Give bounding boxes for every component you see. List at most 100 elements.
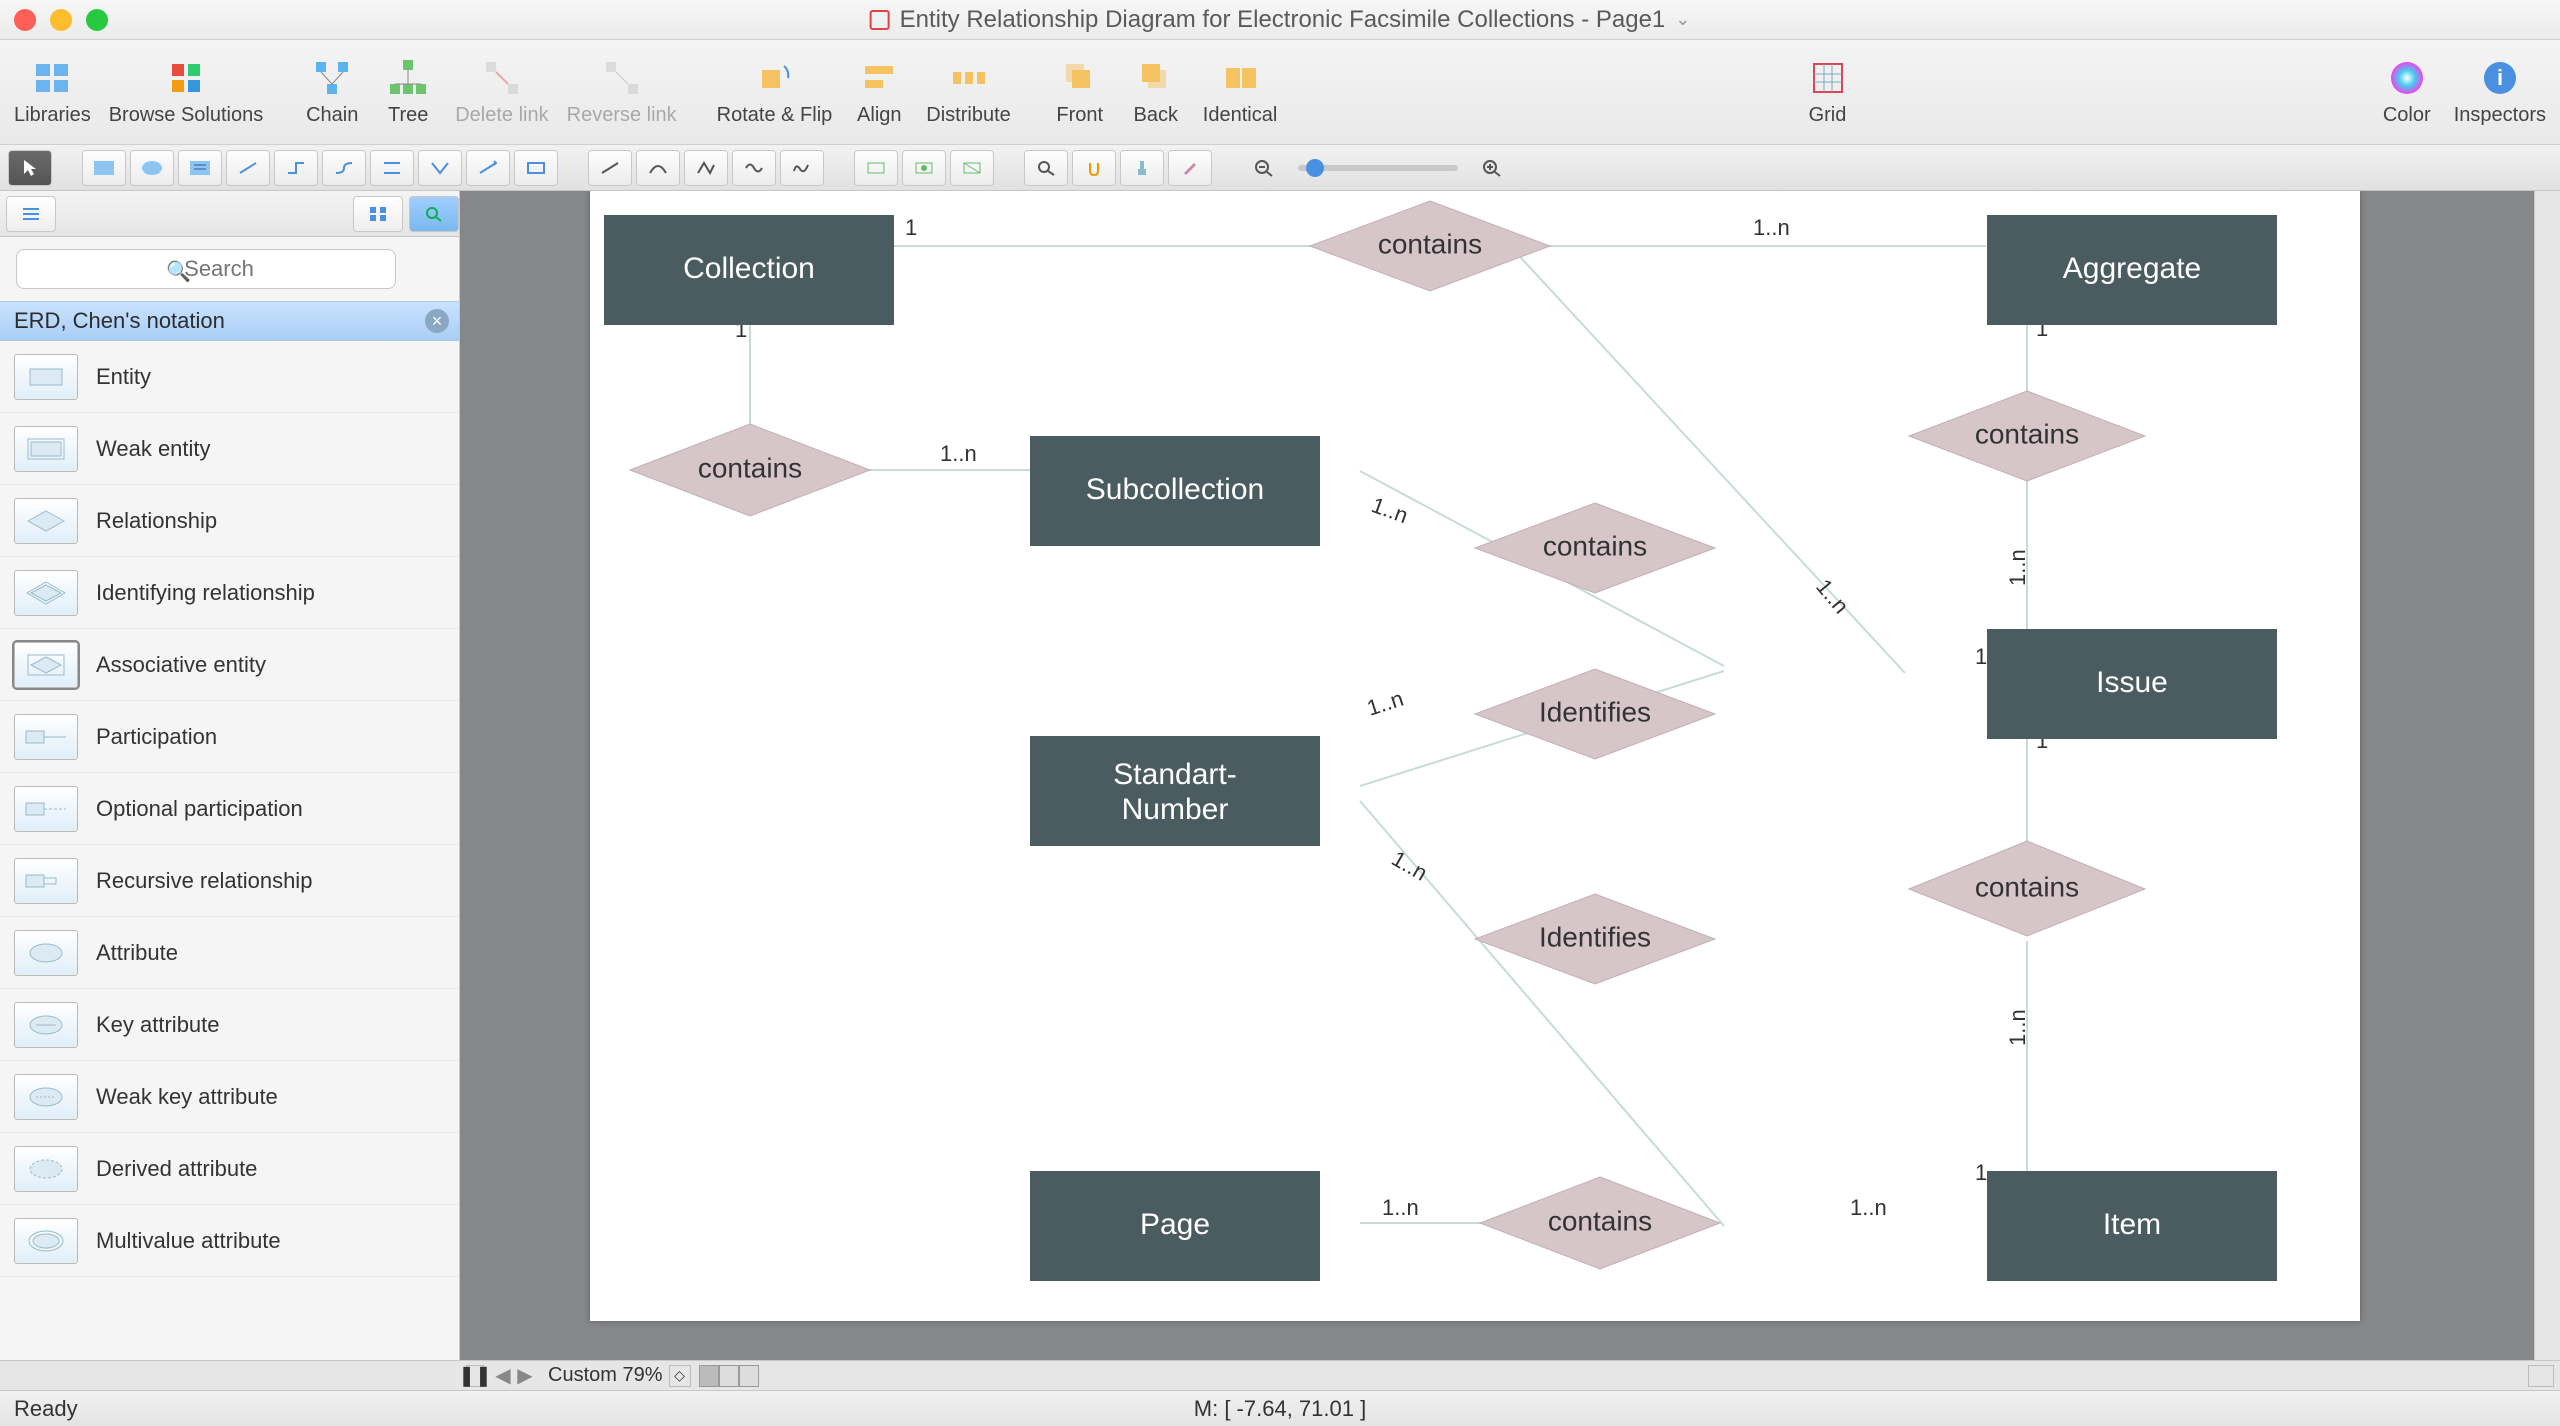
close-window-button[interactable] (14, 9, 36, 31)
chevron-down-icon[interactable]: ⌄ (1675, 9, 1690, 30)
tree-button[interactable]: Tree (379, 58, 437, 127)
tree-icon (388, 58, 428, 98)
svg-text:Number: Number (1122, 793, 1229, 826)
document-icon (870, 10, 890, 30)
inspectors-icon: i (2480, 58, 2520, 98)
edit2-tool[interactable] (902, 150, 946, 186)
svg-text:1..n: 1..n (1364, 686, 1407, 721)
svg-text:Standart-: Standart- (1113, 758, 1236, 791)
search-view-button[interactable] (409, 196, 459, 232)
conn2-tool[interactable] (274, 150, 318, 186)
status-ready: Ready (14, 1396, 78, 1422)
shape-derived-attribute[interactable]: Derived attribute (0, 1133, 459, 1205)
shape-associative-entity[interactable]: Associative entity (0, 629, 459, 701)
shape-relationship[interactable]: Relationship (0, 485, 459, 557)
shape-participation[interactable]: Participation (0, 701, 459, 773)
align-button[interactable]: Align (850, 58, 908, 127)
identical-button[interactable]: Identical (1203, 58, 1278, 127)
pointer-tool[interactable] (8, 150, 52, 186)
shape-recursive-relationship[interactable]: Recursive relationship (0, 845, 459, 917)
chain-button[interactable]: Chain (303, 58, 361, 127)
shape-key-attribute[interactable]: Key attribute (0, 989, 459, 1061)
browse-icon (166, 58, 206, 98)
delete-link-icon (482, 58, 522, 98)
zoom-stepper[interactable]: ◇ (669, 1365, 691, 1387)
svg-text:contains: contains (1543, 530, 1647, 561)
bottom-bar: ❚❚ ◀ ▶ Custom 79% ◇ (0, 1360, 2560, 1390)
zoom-slider[interactable] (1298, 165, 1458, 171)
shape-weak-entity[interactable]: Weak entity (0, 413, 459, 485)
distribute-button[interactable]: Distribute (926, 58, 1010, 127)
conn6-tool[interactable] (466, 150, 510, 186)
corner-widget[interactable] (2528, 1365, 2554, 1387)
vertical-scrollbar[interactable] (2534, 191, 2560, 1360)
main-toolbar: Libraries Browse Solutions Chain Tree De… (0, 40, 2560, 145)
shape-identifying-relationship[interactable]: Identifying relationship (0, 557, 459, 629)
zoom-in-button[interactable] (1470, 150, 1514, 186)
canvas-area[interactable]: 1 1..n 1 1..n 1..n 1..n 1 1 1..n 1 1..n … (460, 191, 2560, 1360)
rotate-flip-button[interactable]: Rotate & Flip (717, 58, 833, 127)
eyedropper-tool[interactable] (1168, 150, 1212, 186)
conn5-tool[interactable] (418, 150, 462, 186)
page-next-button[interactable]: ▶ (514, 1365, 536, 1387)
minimize-window-button[interactable] (50, 9, 72, 31)
window-title: Entity Relationship Diagram for Electron… (870, 6, 1691, 34)
svg-text:1: 1 (905, 215, 917, 240)
zoom-out-button[interactable] (1242, 150, 1286, 186)
view-mode-3[interactable] (739, 1365, 759, 1387)
polyline-tool[interactable] (684, 150, 728, 186)
view-mode-1[interactable] (699, 1365, 719, 1387)
conn7-tool[interactable] (514, 150, 558, 186)
shape-optional-participation[interactable]: Optional participation (0, 773, 459, 845)
grid-view-button[interactable] (353, 196, 403, 232)
text-tool[interactable] (178, 150, 222, 186)
edit1-tool[interactable] (854, 150, 898, 186)
libraries-button[interactable]: Libraries (14, 58, 91, 127)
status-bar: Ready M: [ -7.64, 71.01 ] (0, 1390, 2560, 1426)
grid-icon (1808, 58, 1848, 98)
spline-tool[interactable] (732, 150, 776, 186)
outline-view-button[interactable] (6, 196, 56, 232)
inspectors-button[interactable]: iInspectors (2454, 58, 2546, 127)
library-search-input[interactable] (16, 249, 396, 289)
hand-tool[interactable] (1072, 150, 1116, 186)
edit3-tool[interactable] (950, 150, 994, 186)
page-prev-button[interactable]: ◀ (492, 1365, 514, 1387)
svg-text:contains: contains (698, 452, 802, 483)
curve-tool[interactable] (636, 150, 680, 186)
svg-text:contains: contains (1378, 228, 1482, 259)
page-pause-button[interactable]: ❚❚ (466, 1365, 484, 1387)
shape-weak-key-attribute[interactable]: Weak key attribute (0, 1061, 459, 1133)
ellipse-tool[interactable] (130, 150, 174, 186)
line-tool[interactable] (588, 150, 632, 186)
svg-text:1: 1 (1975, 644, 1987, 669)
svg-text:1..n: 1..n (940, 441, 977, 466)
grid-button[interactable]: Grid (1799, 58, 1857, 127)
close-library-button[interactable]: × (425, 309, 449, 333)
distribute-icon (949, 58, 989, 98)
chain-icon (312, 58, 352, 98)
color-button[interactable]: Color (2378, 58, 2436, 127)
canvas-page[interactable]: 1 1..n 1 1..n 1..n 1..n 1 1 1..n 1 1..n … (590, 191, 2360, 1321)
stamp-tool[interactable] (1120, 150, 1164, 186)
zoom-tool[interactable] (1024, 150, 1068, 186)
view-mode-2[interactable] (719, 1365, 739, 1387)
zoom-label[interactable]: Custom 79% (548, 1364, 663, 1387)
shape-entity[interactable]: Entity (0, 341, 459, 413)
conn1-tool[interactable] (226, 150, 270, 186)
shape-multivalue-attribute[interactable]: Multivalue attribute (0, 1205, 459, 1277)
front-button[interactable]: Front (1051, 58, 1109, 127)
conn4-tool[interactable] (370, 150, 414, 186)
svg-text:Subcollection: Subcollection (1086, 473, 1264, 506)
maximize-window-button[interactable] (86, 9, 108, 31)
rect-tool[interactable] (82, 150, 126, 186)
back-icon (1136, 58, 1176, 98)
shape-attribute[interactable]: Attribute (0, 917, 459, 989)
library-header[interactable]: ERD, Chen's notation × (0, 301, 459, 341)
back-button[interactable]: Back (1127, 58, 1185, 127)
freehand-tool[interactable] (780, 150, 824, 186)
browse-solutions-button[interactable]: Browse Solutions (109, 58, 264, 127)
browse-label: Browse Solutions (109, 104, 264, 127)
conn3-tool[interactable] (322, 150, 366, 186)
svg-text:1..n: 1..n (1850, 1195, 1887, 1220)
